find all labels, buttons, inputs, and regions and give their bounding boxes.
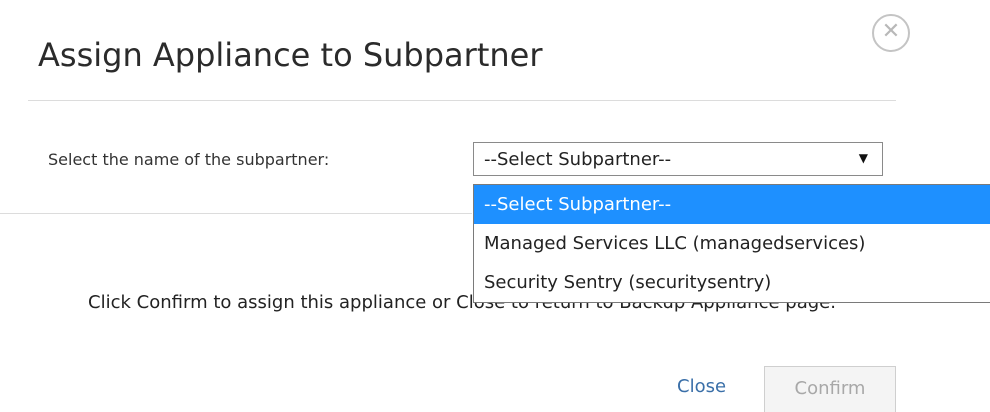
title-divider [28,100,896,101]
close-link[interactable]: Close [677,376,726,397]
subpartner-select-label: Select the name of the subpartner: [48,150,330,169]
dropdown-option[interactable]: Managed Services LLC (managedservices) [474,224,990,263]
section-divider [0,213,472,214]
dropdown-option[interactable]: --Select Subpartner-- [474,185,990,224]
close-dialog-icon[interactable]: ✕ [872,14,910,52]
dropdown-option[interactable]: Security Sentry (securitysentry) [474,263,990,302]
subpartner-select-value: --Select Subpartner-- [484,149,672,170]
confirm-button[interactable]: Confirm [764,366,896,412]
subpartner-dropdown-list[interactable]: --Select Subpartner-- Managed Services L… [473,184,990,303]
subpartner-select[interactable]: --Select Subpartner-- ▼ [473,142,883,176]
dialog-title: Assign Appliance to Subpartner [38,36,543,74]
chevron-down-icon: ▼ [858,151,868,165]
